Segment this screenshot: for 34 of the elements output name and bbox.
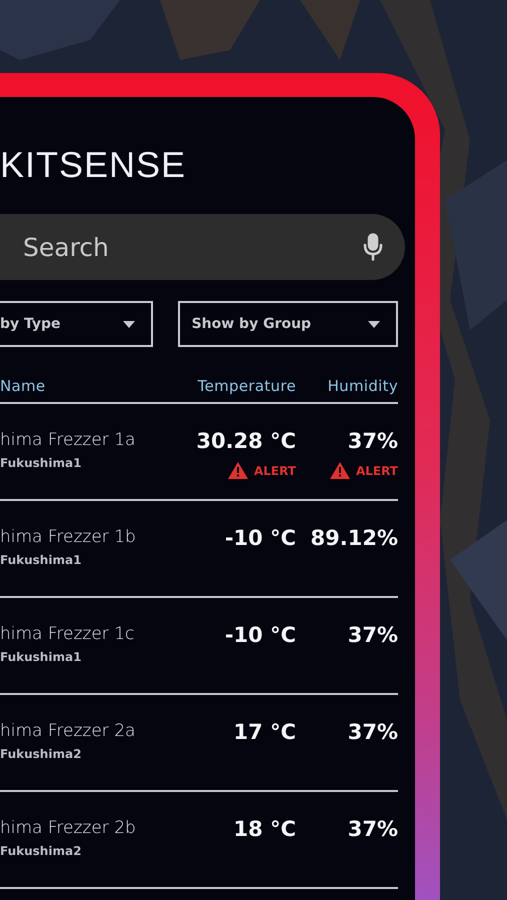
- column-header[interactable]: Name: [0, 376, 46, 394]
- microphone-icon[interactable]: [363, 233, 383, 261]
- device-group: Fukushima2: [0, 747, 166, 761]
- device-name[interactable]: hima Frezzer 1b: [0, 527, 136, 547]
- temperature-value: 30.28 °C: [196, 428, 296, 454]
- temperature-value: -10 °C: [224, 622, 296, 648]
- device-group: Fukushima1: [0, 650, 166, 664]
- filter-dropdown[interactable]: by Type: [0, 301, 153, 347]
- device-group: Fukushima1: [0, 456, 166, 470]
- alert-label: ALERT: [356, 464, 398, 478]
- column-header[interactable]: Temperature: [198, 376, 296, 394]
- device-name[interactable]: hima Frezzer 2a: [0, 721, 136, 741]
- app-title: KITSENSE: [0, 144, 186, 186]
- temperature-value: 18 °C: [234, 816, 296, 842]
- filter-dropdown[interactable]: Show by Group: [178, 301, 398, 347]
- alert-label: ALERT: [254, 464, 296, 478]
- warning-icon: [330, 462, 350, 479]
- device-name[interactable]: hima Frezzer 2b: [0, 818, 136, 838]
- warning-icon: [228, 462, 248, 479]
- device-name[interactable]: hima Frezzer 1c: [0, 624, 134, 644]
- humidity-value: 37%: [348, 428, 398, 454]
- temperature-value: -10 °C: [224, 525, 296, 551]
- search-field[interactable]: Search: [0, 214, 405, 280]
- humidity-value: 37%: [348, 816, 398, 842]
- caret-icon: [122, 320, 135, 328]
- humidity-value: 37%: [348, 719, 398, 745]
- caret-icon: [368, 320, 380, 328]
- humidity-value: 89.12%: [310, 525, 398, 551]
- humidity-value: 37%: [348, 622, 398, 648]
- temperature-value: 17 °C: [234, 719, 296, 745]
- column-header[interactable]: Humidity: [328, 376, 398, 394]
- device-group: Fukushima2: [0, 844, 166, 858]
- device-name[interactable]: hima Frezzer 1a: [0, 430, 136, 450]
- device-group: Fukushima1: [0, 553, 166, 567]
